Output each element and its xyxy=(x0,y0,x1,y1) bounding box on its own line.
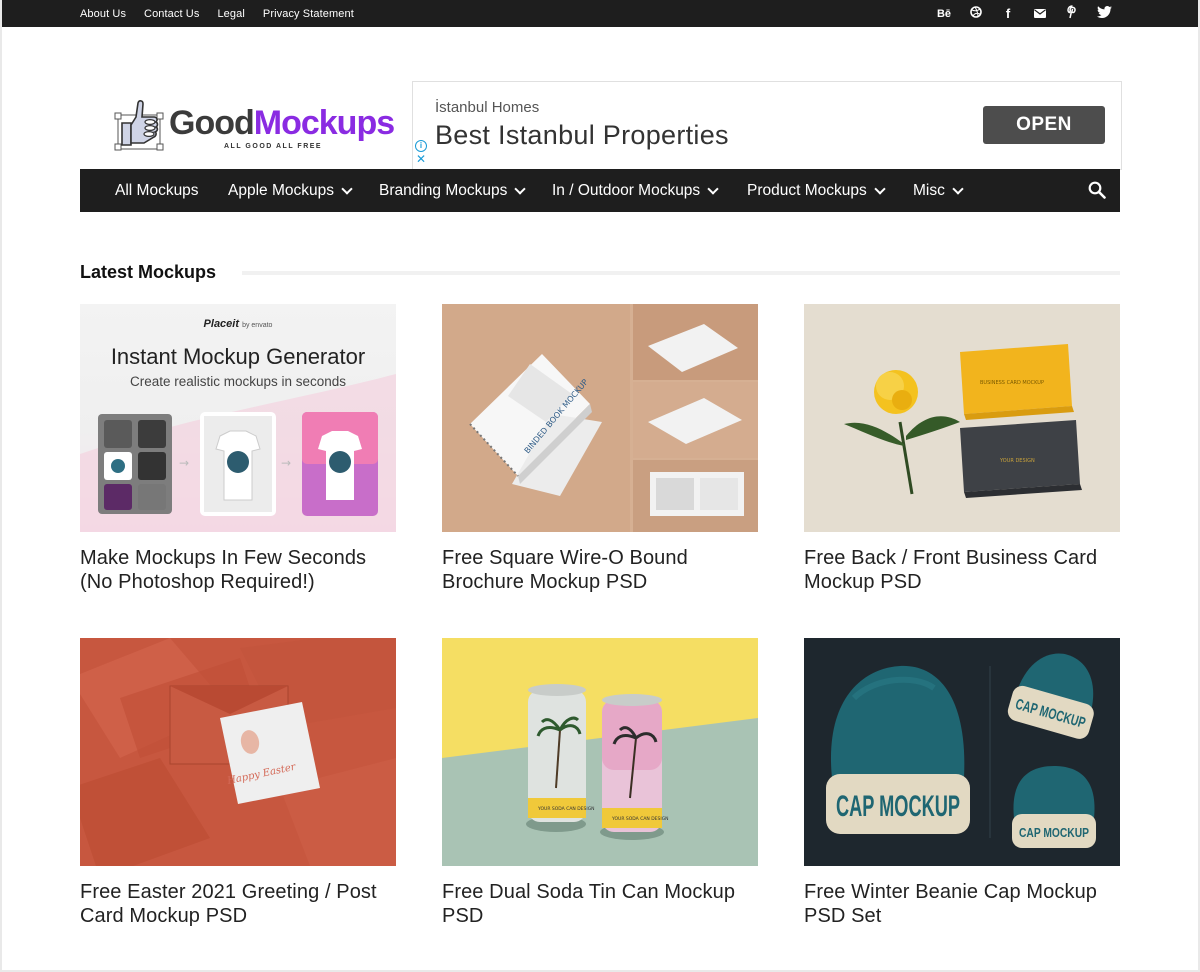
post-title[interactable]: Free Back / Front Business Card Mockup P… xyxy=(804,546,1120,594)
page: About Us Contact Us Legal Privacy Statem… xyxy=(2,0,1198,970)
section-title: Latest Mockups xyxy=(80,262,217,282)
social-icons: Bē f xyxy=(928,5,1120,22)
thumbnail-art: BUSINESS CARD MOCKUP YOUR DESIGN xyxy=(804,304,1120,532)
thumbnail-art: YOUR SODA CAN DESIGN YOUR SODA CAN DESIG… xyxy=(442,638,758,866)
pinterest-icon[interactable] xyxy=(1056,5,1088,22)
post-card[interactable]: YOUR SODA CAN DESIGN YOUR SODA CAN DESIG… xyxy=(442,638,758,928)
svg-text:YOUR SODA CAN DESIGN: YOUR SODA CAN DESIGN xyxy=(537,806,595,812)
chevron-down-icon xyxy=(874,182,886,195)
thumbnail-art: → → xyxy=(80,374,396,532)
top-links: About Us Contact Us Legal Privacy Statem… xyxy=(80,8,354,20)
post-title[interactable]: Free Dual Soda Tin Can Mockup PSD xyxy=(442,880,758,928)
nav-item-branding-mockups[interactable]: Branding Mockups xyxy=(379,181,527,200)
nav-item-label: All Mockups xyxy=(115,181,199,199)
svg-text:CAP MOCKUP: CAP MOCKUP xyxy=(1019,825,1089,840)
thumbnail-art: Happy Easter xyxy=(80,638,396,866)
site-header: GoodMockups ALL GOOD ALL FREE İstanbul H… xyxy=(2,27,1198,170)
nav-item-label: Branding Mockups xyxy=(379,181,508,199)
post-title[interactable]: Make Mockups In Few Seconds (No Photosho… xyxy=(80,546,396,594)
ad-close-icon[interactable]: ✕ xyxy=(416,153,426,165)
thumbnail-art: BINDED BOOK MOCKUP xyxy=(442,304,758,532)
twitter-icon[interactable] xyxy=(1088,6,1120,21)
thumbnail-art: CAP MOCKUP CAP MOCKUP CAP MOCKUP xyxy=(804,638,1120,866)
ad-brand: İstanbul Homes xyxy=(435,99,540,116)
post-thumbnail[interactable]: YOUR SODA CAN DESIGN YOUR SODA CAN DESIG… xyxy=(442,638,758,866)
chevron-down-icon xyxy=(341,182,353,195)
post-card[interactable]: BINDED BOOK MOCKUP Free Square Wire-O Bo… xyxy=(442,304,758,594)
logo-tagline: ALL GOOD ALL FREE xyxy=(224,143,323,150)
thumbs-up-logo-icon xyxy=(114,100,164,151)
ad-open-button[interactable]: OPEN xyxy=(983,106,1105,144)
nav-item-label: Misc xyxy=(913,181,945,199)
post-thumbnail[interactable]: BUSINESS CARD MOCKUP YOUR DESIGN xyxy=(804,304,1120,532)
site-logo[interactable]: GoodMockups ALL GOOD ALL FREE xyxy=(114,97,395,153)
nav-item-all-mockups[interactable]: All Mockups xyxy=(115,182,199,200)
post-card[interactable]: BUSINESS CARD MOCKUP YOUR DESIGN Free Ba… xyxy=(804,304,1120,594)
search-icon[interactable] xyxy=(1088,181,1106,199)
post-card[interactable]: CAP MOCKUP CAP MOCKUP CAP MOCKUP Free Wi… xyxy=(804,638,1120,928)
behance-icon[interactable]: Bē xyxy=(928,8,960,20)
facebook-icon[interactable]: f xyxy=(992,6,1024,21)
nav-item-apple-mockups[interactable]: Apple Mockups xyxy=(228,181,353,200)
ad-headline[interactable]: Best Istanbul Properties xyxy=(435,120,729,151)
logo-word-mockups: Mockups xyxy=(253,104,395,142)
post-card[interactable]: Happy Easter Free Easter 2021 Greeting /… xyxy=(80,638,396,928)
svg-text:→: → xyxy=(281,456,291,470)
svg-text:CAP MOCKUP: CAP MOCKUP xyxy=(836,790,960,823)
post-thumbnail[interactable]: Placeit by envato Instant Mockup Generat… xyxy=(80,304,396,532)
post-title[interactable]: Free Winter Beanie Cap Mockup PSD Set xyxy=(804,880,1120,928)
svg-text:BUSINESS CARD MOCKUP: BUSINESS CARD MOCKUP xyxy=(980,380,1044,386)
chevron-down-icon xyxy=(707,182,719,195)
svg-text:YOUR DESIGN: YOUR DESIGN xyxy=(999,458,1035,464)
top-link-legal[interactable]: Legal xyxy=(217,8,244,20)
svg-text:→: → xyxy=(179,456,189,470)
top-link-about[interactable]: About Us xyxy=(80,8,126,20)
logo-wordmark: GoodMockups xyxy=(169,104,395,142)
top-link-privacy[interactable]: Privacy Statement xyxy=(263,8,354,20)
nav-item-in-outdoor-mockups[interactable]: In / Outdoor Mockups xyxy=(552,181,719,200)
post-thumbnail[interactable]: BINDED BOOK MOCKUP xyxy=(442,304,758,532)
post-card[interactable]: Placeit by envato Instant Mockup Generat… xyxy=(80,304,396,594)
post-title[interactable]: Free Square Wire-O Bound Brochure Mockup… xyxy=(442,546,758,594)
nav-item-label: Apple Mockups xyxy=(228,181,334,199)
post-title[interactable]: Free Easter 2021 Greeting / Post Card Mo… xyxy=(80,880,396,928)
post-thumbnail[interactable]: Happy Easter xyxy=(80,638,396,866)
top-bar: About Us Contact Us Legal Privacy Statem… xyxy=(2,0,1198,27)
main-nav: All Mockups Apple Mockups Branding Mocku… xyxy=(80,169,1120,212)
chevron-down-icon xyxy=(952,182,964,195)
ad-banner[interactable]: İstanbul Homes Best Istanbul Properties … xyxy=(412,81,1122,170)
nav-item-label: Product Mockups xyxy=(747,181,867,199)
post-thumbnail[interactable]: CAP MOCKUP CAP MOCKUP CAP MOCKUP xyxy=(804,638,1120,866)
logo-word-good: Good xyxy=(169,104,255,142)
chevron-down-icon xyxy=(514,182,527,195)
top-link-contact[interactable]: Contact Us xyxy=(144,8,199,20)
nav-item-product-mockups[interactable]: Product Mockups xyxy=(747,181,886,200)
dribbble-icon[interactable] xyxy=(960,6,992,21)
ad-info-icon[interactable]: i xyxy=(415,140,427,152)
nav-item-label: In / Outdoor Mockups xyxy=(552,181,701,199)
svg-text:YOUR SODA CAN DESIGN: YOUR SODA CAN DESIGN xyxy=(611,816,669,822)
nav-item-misc[interactable]: Misc xyxy=(913,181,964,200)
mail-icon[interactable] xyxy=(1024,7,1056,21)
section-divider xyxy=(242,271,1120,275)
